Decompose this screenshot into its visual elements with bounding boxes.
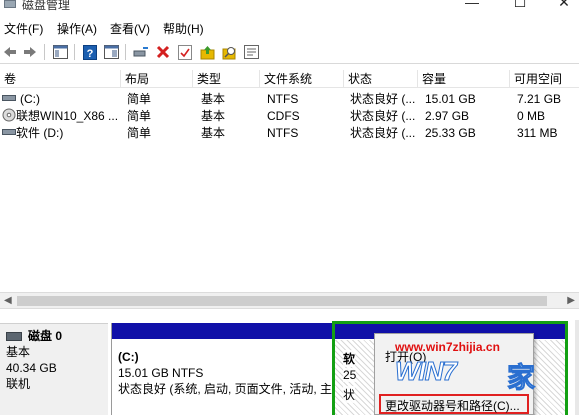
toolbar-separator xyxy=(44,44,45,60)
column-header-volume[interactable]: 卷 xyxy=(0,70,121,88)
minimize-button[interactable]: — xyxy=(457,0,487,10)
delete-icon[interactable] xyxy=(155,44,171,60)
partition-c[interactable]: (C:) 15.01 GB NTFS 状态良好 (系统, 启动, 页面文件, 活… xyxy=(111,323,332,415)
menu-item-open[interactable]: 打开(O) xyxy=(385,348,426,365)
menu-action[interactable]: 操作(A) xyxy=(57,20,97,37)
scroll-left-icon[interactable]: ◀ xyxy=(4,295,12,306)
maximize-button[interactable]: ☐ xyxy=(505,0,535,11)
cell-layout: 简单 xyxy=(127,126,152,140)
cell-volume: 软件 (D:) xyxy=(16,126,64,140)
partition-c-header-bar xyxy=(112,323,332,339)
disk-icon xyxy=(6,332,22,342)
cell-capacity: 15.01 GB xyxy=(425,92,476,106)
drive-icon xyxy=(2,125,16,142)
column-header-free-space[interactable]: 可用空间 xyxy=(510,70,579,88)
cell-capacity: 2.97 GB xyxy=(425,109,470,123)
partition-d-status: 状 xyxy=(343,386,356,403)
scroll-right-icon[interactable]: ▶ xyxy=(567,295,575,306)
cell-free-space: 7.21 GB xyxy=(517,92,562,106)
volume-list: 卷 布局 类型 文件系统 状态 容量 可用空间 (C:) 简单 基本 NTFS … xyxy=(0,70,579,290)
forward-icon[interactable] xyxy=(22,44,38,60)
partition-c-status: 状态良好 (系统, 启动, 页面文件, 活动, 主 xyxy=(118,382,333,396)
menu-view[interactable]: 查看(V) xyxy=(110,20,150,37)
drive-icon xyxy=(2,91,16,108)
disk-0-label[interactable]: 磁盘 0 基本 40.34 GB 联机 xyxy=(0,323,108,415)
cell-volume: 联想WIN10_X86 ... xyxy=(16,109,119,123)
cell-layout: 简单 xyxy=(127,109,152,123)
horizontal-scrollbar[interactable]: ◀ ▶ xyxy=(0,292,579,309)
cell-status: 状态良好 (... xyxy=(350,109,416,123)
cell-type: 基本 xyxy=(201,126,226,140)
cell-type: 基本 xyxy=(201,92,226,106)
help-icon[interactable]: ? xyxy=(82,44,98,60)
svg-text:?: ? xyxy=(87,48,94,60)
cell-type: 基本 xyxy=(201,109,226,123)
title-bar: 磁盘管理 — ☐ ✕ xyxy=(0,0,579,14)
partition-c-label: (C:) xyxy=(118,350,139,364)
cell-filesystem: NTFS xyxy=(267,126,299,140)
column-header-capacity[interactable]: 容量 xyxy=(418,70,510,88)
disk-size: 40.34 GB xyxy=(6,361,57,375)
partition-d-label: 软 xyxy=(343,350,356,367)
cell-status: 状态良好 (... xyxy=(350,126,416,140)
disk-management-app-icon xyxy=(4,0,16,8)
column-header-filesystem[interactable]: 文件系统 xyxy=(260,70,344,88)
cell-filesystem: CDFS xyxy=(267,109,300,123)
context-menu: 打开(O) 更改驱动器号和路径(C)... xyxy=(374,333,534,415)
disk-kind: 基本 xyxy=(6,345,31,359)
settings-icon[interactable] xyxy=(243,44,259,60)
search-icon[interactable] xyxy=(221,44,237,60)
menu-bar: 文件(F) 操作(A) 查看(V) 帮助(H) xyxy=(0,17,579,37)
right-edge-divider xyxy=(575,320,579,415)
column-header-status[interactable]: 状态 xyxy=(344,70,418,88)
window-title: 磁盘管理 xyxy=(22,0,71,12)
menu-item-change-drive-letter[interactable]: 更改驱动器号和路径(C)... xyxy=(385,397,520,414)
console-tree-icon[interactable] xyxy=(52,44,68,60)
cell-volume: (C:) xyxy=(20,92,40,106)
properties-icon[interactable] xyxy=(103,44,119,60)
disk-connect-icon[interactable] xyxy=(133,44,149,60)
cell-filesystem: NTFS xyxy=(267,92,299,106)
cell-free-space: 0 MB xyxy=(517,109,546,123)
check-icon[interactable] xyxy=(177,44,193,60)
close-button[interactable]: ✕ xyxy=(549,0,579,11)
table-header: 卷 布局 类型 文件系统 状态 容量 可用空间 xyxy=(0,70,579,88)
back-icon[interactable] xyxy=(2,44,18,60)
partition-d-size: 25 xyxy=(343,368,357,382)
table-row[interactable]: (C:) 简单 基本 NTFS 状态良好 (... 15.01 GB 7.21 … xyxy=(0,91,579,108)
cd-drive-icon xyxy=(2,108,16,125)
partition-c-size: 15.01 GB NTFS xyxy=(118,366,204,380)
disk-name: 磁盘 0 xyxy=(28,329,63,343)
cell-capacity: 25.33 GB xyxy=(425,126,476,140)
scrollbar-thumb[interactable] xyxy=(17,296,547,306)
import-icon[interactable] xyxy=(199,44,215,60)
toolbar-separator xyxy=(125,44,126,60)
cell-layout: 简单 xyxy=(127,92,152,106)
toolbar: ? xyxy=(0,40,579,64)
column-header-type[interactable]: 类型 xyxy=(193,70,260,88)
menu-file[interactable]: 文件(F) xyxy=(4,20,43,37)
disk-state: 联机 xyxy=(6,377,31,391)
toolbar-separator xyxy=(74,44,75,60)
cell-status: 状态良好 (... xyxy=(350,92,416,106)
menu-help[interactable]: 帮助(H) xyxy=(163,20,204,37)
cell-free-space: 311 MB xyxy=(517,126,558,140)
table-row[interactable]: 软件 (D:) 简单 基本 NTFS 状态良好 (... 25.33 GB 31… xyxy=(0,125,579,142)
column-header-layout[interactable]: 布局 xyxy=(121,70,193,88)
table-row[interactable]: 联想WIN10_X86 ... 简单 基本 CDFS 状态良好 (... 2.9… xyxy=(0,108,579,125)
